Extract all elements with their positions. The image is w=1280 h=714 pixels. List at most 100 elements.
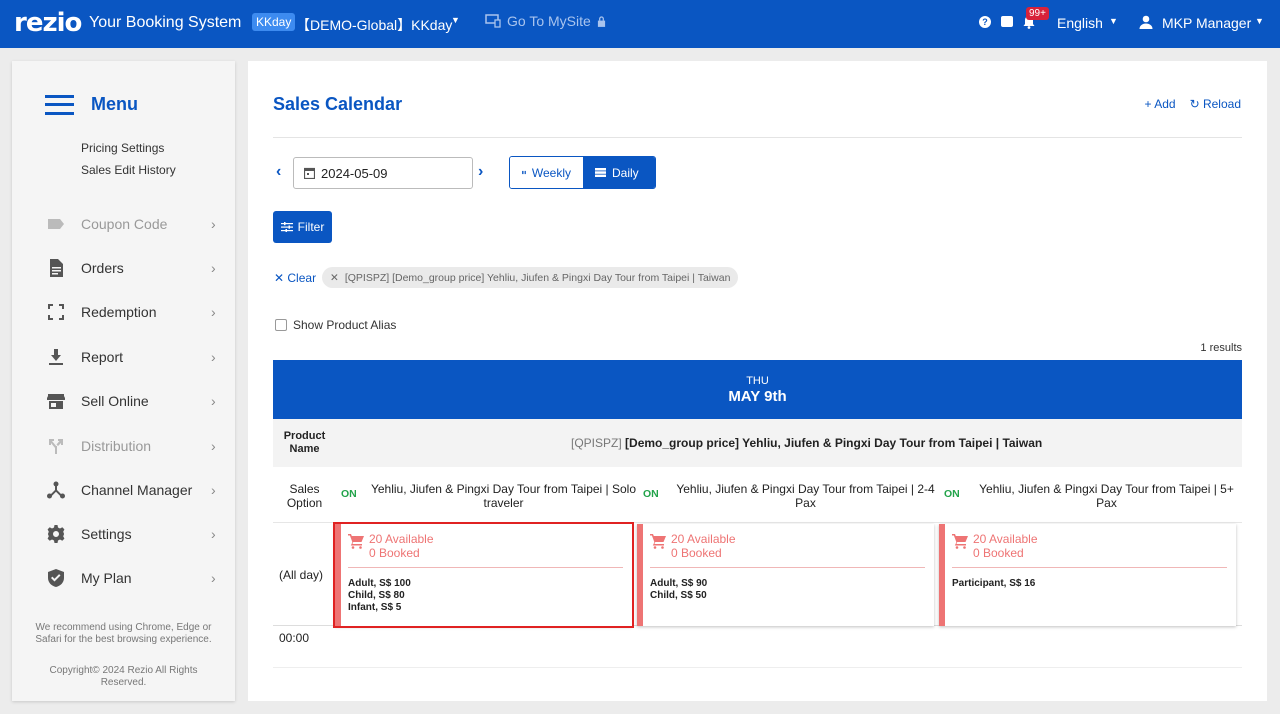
price-item: Infant, S$ 5 [348,602,402,613]
filter-chip[interactable]: ✕ [QPISPZ] [Demo_group price] Yehliu, Ji… [322,267,739,288]
sidebar-subitem-pricing-settings[interactable]: Pricing Settings [81,141,164,155]
inventory-card[interactable]: 20 Available 0 Booked Adult, S$ 90 Child,… [637,524,934,626]
reload-label: Reload [1202,97,1241,111]
booked-count: 0 Booked [973,546,1024,560]
price-item: Child, S$ 50 [650,590,707,601]
chevron-right-icon: › [211,482,216,498]
weekly-label: Weekly [531,165,571,180]
price-list: Adult, S$ 100 Child, S$ 80 Infant, S$ 5 [348,578,411,614]
sidebar-item-label: Coupon Code [81,216,168,232]
daily-view-button[interactable]: Daily [583,157,655,188]
message-icon[interactable] [1001,16,1013,27]
status-badge: ON [643,488,659,500]
scan-icon [46,302,66,322]
hamburger-icon[interactable] [45,94,74,115]
cart-icon [348,533,364,549]
chevron-right-icon: › [211,216,216,232]
status-badge: ON [944,488,960,500]
columns-icon [522,170,526,175]
tenant-selector[interactable]: 【DEMO-Global】KKday [296,15,452,35]
day-header: THU MAY 9th [273,360,1242,419]
checkbox[interactable] [275,319,287,331]
date-picker[interactable]: 2024-05-09 [293,157,473,189]
inventory-card[interactable]: 20 Available 0 Booked Adult, S$ 100 Child… [333,522,634,628]
sidebar-item-label: Settings [81,526,132,542]
divider [650,567,925,568]
day-month: MAY 9th [728,388,787,405]
availability: 20 Available 0 Booked [973,532,1038,560]
time-label: 00:00 [279,631,310,645]
calendar-icon [304,167,315,179]
reload-icon: ↻ [1189,97,1203,111]
chevron-right-icon: › [211,304,216,320]
show-product-alias-checkbox[interactable]: Show Product Alias [275,318,396,332]
caret-down-icon[interactable]: ▼ [1255,16,1264,26]
sidebar-item-sell-online[interactable]: Sell Online › [12,386,235,416]
app-title: Your Booking System [89,14,242,31]
sidebar-item-report[interactable]: Report › [12,342,235,372]
reload-button[interactable]: ↻ Reload [1190,97,1241,111]
filter-button[interactable]: Filter [273,211,332,243]
lock-icon [597,15,605,27]
sidebar-subitem-sales-edit-history[interactable]: Sales Edit History [81,163,176,177]
cart-icon [650,533,666,549]
caret-down-icon[interactable]: ▼ [1109,16,1118,26]
rezio-logo[interactable]: rezio [14,8,82,38]
copyright: Copyright© 2024 Rezio All Rights Reserve… [49,665,198,688]
chip-close-icon[interactable]: ✕ [330,272,339,284]
availability: 20 Available 0 Booked [369,532,434,560]
user-menu[interactable]: MKP Manager [1162,15,1251,31]
price-item: Child, S$ 80 [348,590,405,601]
sidebar-item-my-plan[interactable]: My Plan › [12,563,235,593]
chevron-right-icon: › [211,260,216,276]
sidebar-item-channel-manager[interactable]: Channel Manager › [12,475,235,505]
prev-date-button[interactable]: ‹ [276,163,281,181]
menu-header[interactable]: Menu [45,94,138,115]
sidebar-item-label: Channel Manager [81,482,193,498]
clear-filters-button[interactable]: ✕ Clear [274,271,316,285]
price-item: Adult, S$ 100 [348,578,411,589]
document-icon [46,258,66,278]
chevron-right-icon: › [211,526,216,542]
sidebar-item-coupon-code[interactable]: Coupon Code › [12,209,235,239]
go-to-mysite-link[interactable]: Go To MySite [485,13,606,29]
add-button[interactable]: + Add [1145,97,1176,111]
sidebar: Menu Pricing Settings Sales Edit History… [12,61,235,701]
close-icon: ✕ [274,271,288,285]
monitor-icon [485,14,501,28]
option-name: Yehliu, Jiufen & Pingxi Day Tour from Ta… [676,482,935,510]
slot-label: (All day) [278,568,323,582]
daily-label: Daily [612,165,639,180]
sidebar-item-settings[interactable]: Settings › [12,519,235,549]
results-count: 1 results [1200,342,1242,354]
weekly-view-button[interactable]: Weekly [510,157,583,188]
next-date-button[interactable]: › [478,163,483,181]
fork-icon [46,436,66,456]
language-selector[interactable]: English [1057,15,1103,31]
filter-label: Filter [297,220,325,234]
sidebar-item-orders[interactable]: Orders › [12,253,235,283]
timeslot-row: (All day) 20 Available 0 Booked Adult, S$… [273,522,1242,628]
sidebar-item-redemption[interactable]: Redemption › [12,297,235,327]
sidebar-item-distribution[interactable]: Distribution › [12,431,235,461]
caret-down-icon[interactable]: ▼ [451,15,460,25]
option-name: Yehliu, Jiufen & Pingxi Day Tour from Ta… [370,482,637,510]
sliders-icon [280,222,293,232]
rows-icon [595,168,606,177]
product-title: [Demo_group price] Yehliu, Jiufen & Ping… [625,436,1043,450]
chevron-right-icon: › [211,438,216,454]
sidebar-item-label: Redemption [81,304,157,320]
tag-icon [46,214,66,234]
divider [348,567,623,568]
help-icon[interactable]: ? [979,16,991,28]
hub-icon [46,480,66,500]
main-content: Sales Calendar + Add ↻ Reload ‹ 2024-05-… [248,61,1267,701]
price-item: Participant, S$ 16 [952,578,1036,589]
booked-count: 0 Booked [671,546,722,560]
store-icon [46,391,66,411]
gear-icon [46,524,66,544]
shield-check-icon [46,568,66,588]
inventory-card[interactable]: 20 Available 0 Booked Participant, S$ 16 [939,524,1236,626]
view-toggle: Weekly Daily [509,156,656,189]
available-count: 20 Available [671,532,736,546]
